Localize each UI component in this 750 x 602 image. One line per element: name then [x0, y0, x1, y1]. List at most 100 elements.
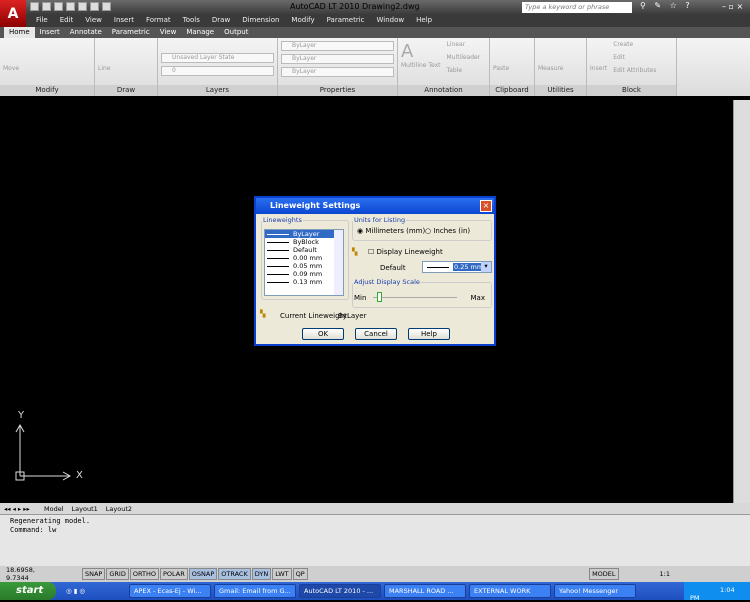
- menu-draw[interactable]: Draw: [206, 14, 236, 27]
- toggle-snap[interactable]: SNAP: [82, 568, 106, 580]
- taskbar-button[interactable]: Gmail: Email from G...: [214, 584, 296, 598]
- list-item[interactable]: 0.09 mm: [265, 270, 343, 278]
- redo-icon[interactable]: [90, 2, 99, 11]
- draw-toolbar-vertical[interactable]: [733, 100, 750, 520]
- panel-label[interactable]: Utilities: [535, 85, 586, 96]
- tab-insert[interactable]: Insert: [35, 27, 65, 38]
- list-item[interactable]: Default: [265, 246, 343, 254]
- window-controls[interactable]: – ▫ ×: [722, 2, 743, 11]
- tab-output[interactable]: Output: [219, 27, 253, 38]
- toggle-dyn[interactable]: DYN: [251, 568, 272, 580]
- inches-radio[interactable]: ○ Inches (in): [425, 227, 470, 235]
- new-icon[interactable]: [30, 2, 39, 11]
- linear-button[interactable]: Linear: [447, 41, 481, 48]
- color-combo[interactable]: ByLayer: [281, 41, 394, 51]
- list-item[interactable]: 0.05 mm: [265, 262, 343, 270]
- edit-attributes-button[interactable]: Edit Attributes: [613, 67, 656, 74]
- menu-parametric[interactable]: Parametric: [321, 14, 371, 27]
- ok-button[interactable]: OK: [302, 328, 344, 340]
- quick-launch[interactable]: ◎ ▮ ◎: [56, 587, 126, 595]
- toggle-ortho[interactable]: ORTHO: [129, 568, 159, 580]
- layer-combo[interactable]: 0: [161, 66, 274, 76]
- insert-button[interactable]: Insert: [590, 65, 607, 82]
- millimeters-radio[interactable]: ◉ Millimeters (mm): [357, 227, 425, 235]
- lineweights-list[interactable]: ByLayer ByBlock Default 0.00 mm 0.05 mm 0.09 …: [264, 229, 344, 296]
- search-input[interactable]: Type a keyword or phrase: [522, 2, 632, 13]
- paste-button[interactable]: Paste: [493, 65, 531, 72]
- tab-home[interactable]: Home: [4, 27, 35, 38]
- menu-dimension[interactable]: Dimension: [236, 14, 285, 27]
- toggle-grid[interactable]: GRID: [106, 568, 129, 580]
- scale-slider-track[interactable]: [373, 297, 457, 298]
- tab-manage[interactable]: Manage: [181, 27, 219, 38]
- save-icon[interactable]: [54, 2, 63, 11]
- menu-tools[interactable]: Tools: [177, 14, 206, 27]
- panel-label[interactable]: Block: [587, 85, 676, 96]
- toggle-qp[interactable]: QP: [292, 568, 308, 580]
- menu-insert[interactable]: Insert: [108, 14, 140, 27]
- toggle-polar[interactable]: POLAR: [159, 568, 188, 580]
- menu-modify[interactable]: Modify: [285, 14, 320, 27]
- start-button[interactable]: start: [0, 582, 56, 600]
- menu-window[interactable]: Window: [371, 14, 411, 27]
- help-button[interactable]: Help: [408, 328, 450, 340]
- menu-view[interactable]: View: [79, 14, 108, 27]
- mtext-button[interactable]: Multiline Text: [401, 62, 441, 69]
- create-button[interactable]: Create: [613, 41, 656, 48]
- menu-format[interactable]: Format: [140, 14, 177, 27]
- toggle-osnap[interactable]: OSNAP: [188, 568, 218, 580]
- layer-state-combo[interactable]: Unsaved Layer State: [161, 53, 274, 63]
- line-button[interactable]: Line: [98, 65, 154, 72]
- linetype-combo[interactable]: ByLayer: [281, 67, 394, 77]
- menu-edit[interactable]: Edit: [54, 14, 80, 27]
- application-menu-button[interactable]: A: [0, 0, 26, 28]
- saveas-icon[interactable]: [66, 2, 75, 11]
- close-button[interactable]: ×: [480, 200, 492, 212]
- undo-icon[interactable]: [78, 2, 87, 11]
- menu-file[interactable]: File: [30, 14, 54, 27]
- list-item[interactable]: ByBlock: [265, 238, 343, 246]
- display-lineweight-checkbox[interactable]: ☐ Display Lineweight: [368, 248, 443, 256]
- open-icon[interactable]: [42, 2, 51, 11]
- model-button[interactable]: MODEL: [589, 568, 619, 580]
- plot-icon[interactable]: [102, 2, 111, 11]
- table-button[interactable]: Table: [447, 67, 481, 74]
- help-icons[interactable]: ⚲ ✎ ☆ ?: [640, 1, 693, 10]
- taskbar-button[interactable]: APEX - Ecas-Ej - Wi...: [129, 584, 211, 598]
- cancel-button[interactable]: Cancel: [355, 328, 397, 340]
- chevron-down-icon[interactable]: ▾: [481, 262, 491, 272]
- panel-label[interactable]: Clipboard: [490, 85, 534, 96]
- menu-help[interactable]: Help: [410, 14, 438, 27]
- scrollbar[interactable]: [334, 230, 343, 295]
- layout-tab-model[interactable]: Model: [40, 505, 68, 513]
- panel-label[interactable]: Annotation: [398, 85, 489, 96]
- panel-label[interactable]: Properties: [278, 85, 397, 96]
- list-item[interactable]: 0.00 mm: [265, 254, 343, 262]
- tab-view[interactable]: View: [155, 27, 182, 38]
- panel-label[interactable]: Modify: [0, 85, 94, 96]
- default-lineweight-select[interactable]: 0.25 mm ▾: [422, 261, 492, 273]
- command-window[interactable]: Regenerating model. Command: lw: [0, 514, 750, 566]
- tab-annotate[interactable]: Annotate: [65, 27, 107, 38]
- annotation-scale[interactable]: 1:1: [660, 570, 670, 578]
- taskbar-button[interactable]: EXTERNAL WORK: [469, 584, 551, 598]
- tab-nav-arrows[interactable]: ◂◂ ◂ ▸ ▸▸: [0, 505, 40, 513]
- taskbar-button[interactable]: Yahoo! Messenger: [554, 584, 636, 598]
- panel-label[interactable]: Layers: [158, 85, 277, 96]
- toggle-otrack[interactable]: OTRACK: [218, 568, 251, 580]
- tab-parametric[interactable]: Parametric: [107, 27, 155, 38]
- layout-tab-layout1[interactable]: Layout1: [68, 505, 102, 513]
- list-item[interactable]: ByLayer: [265, 230, 343, 238]
- multileader-button[interactable]: Multileader: [447, 54, 481, 61]
- lineweight-combo[interactable]: ByLayer: [281, 54, 394, 64]
- measure-button[interactable]: Measure: [538, 65, 583, 72]
- edit-block-button[interactable]: Edit: [613, 54, 656, 61]
- scale-slider-thumb[interactable]: [377, 292, 382, 302]
- list-item[interactable]: 0.13 mm: [265, 278, 343, 286]
- toggle-lwt[interactable]: LWT: [272, 568, 292, 580]
- panel-label[interactable]: Draw: [95, 85, 157, 96]
- move-button[interactable]: Move: [3, 65, 91, 72]
- layout-tab-layout2[interactable]: Layout2: [102, 505, 136, 513]
- taskbar-button[interactable]: AutoCAD LT 2010 - ...: [299, 584, 381, 598]
- taskbar-button[interactable]: MARSHALL ROAD ...: [384, 584, 466, 598]
